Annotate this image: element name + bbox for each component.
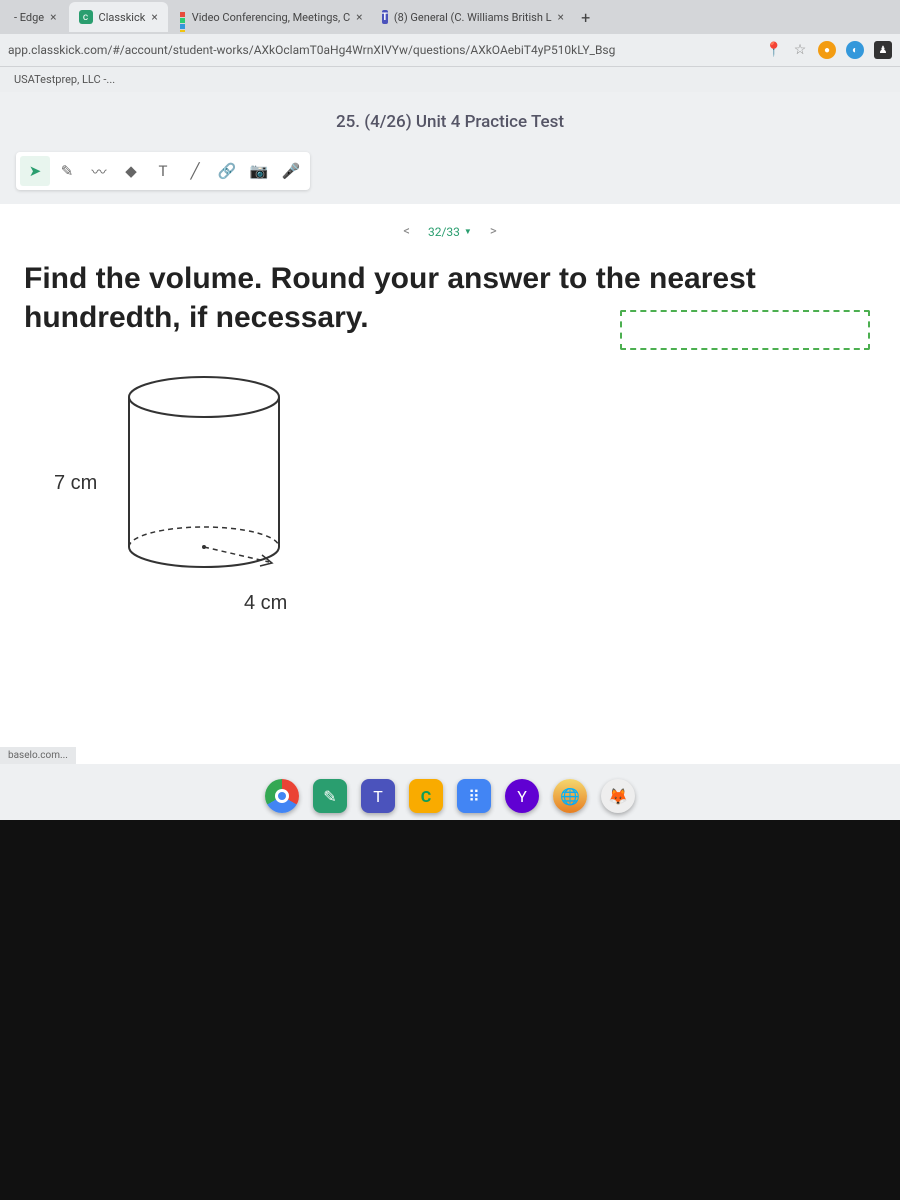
zoom-icon [180, 11, 186, 23]
close-icon[interactable]: × [356, 10, 362, 24]
bookmarks-bar: USATestprep, LLC -... [0, 66, 900, 92]
link-tool[interactable]: 🔗 [212, 156, 242, 186]
cylinder-figure: 7 cm 4 cm [64, 367, 324, 627]
chrome-icon[interactable] [265, 779, 299, 813]
toolbox: ➤ ✎ 〰 ◆ T ╱ 🔗 📷 🎤 [16, 152, 310, 190]
slide-pager: < 32/33 ▼ > [24, 222, 876, 241]
browser-tabs-bar: - Edge × c Classkick × Video Conferencin… [0, 0, 900, 34]
highlighter-tool[interactable]: 〰 [84, 156, 114, 186]
tab-label: Video Conferencing, Meetings, C [192, 11, 350, 24]
extension-icon-2[interactable]: ◐ [846, 41, 864, 59]
classkick-app: 25. (4/26) Unit 4 Practice Test ➤ ✎ 〰 ◆ … [0, 92, 900, 820]
prev-slide-button[interactable]: < [397, 222, 416, 241]
toolbar: ➤ ✎ 〰 ◆ T ╱ 🔗 📷 🎤 [0, 146, 900, 196]
line-tool[interactable]: ╱ [180, 156, 210, 186]
camera-tool[interactable]: 📷 [244, 156, 274, 186]
eraser-tool[interactable]: ◆ [116, 156, 146, 186]
height-label: 7 cm [54, 472, 97, 495]
tab-teams[interactable]: T (8) General (C. Williams British L × [372, 2, 572, 32]
teams-icon: T [382, 10, 388, 24]
radius-label: 4 cm [244, 592, 287, 615]
next-slide-button[interactable]: > [484, 222, 503, 241]
text-tool[interactable]: T [148, 156, 178, 186]
url-bar: app.classkick.com/#/account/student-work… [0, 34, 900, 66]
close-icon[interactable]: × [50, 10, 56, 24]
location-icon[interactable]: 📍 [766, 42, 782, 58]
classkick-app-icon[interactable]: ✎ [313, 779, 347, 813]
tab-label: - Edge [14, 11, 44, 24]
mic-tool[interactable]: 🎤 [276, 156, 306, 186]
taskbar: ✎ T C ⠿ Y 🌐 🦊 [0, 772, 900, 820]
question-canvas: < 32/33 ▼ > Find the volume. Round your … [0, 204, 900, 764]
assignment-title: 25. (4/26) Unit 4 Practice Test [0, 92, 900, 146]
classroom-icon[interactable]: C [409, 779, 443, 813]
new-tab-button[interactable]: + [574, 5, 598, 29]
teams-app-icon[interactable]: T [361, 779, 395, 813]
slide-counter[interactable]: 32/33 ▼ [428, 225, 472, 239]
app-icon[interactable]: 🦊 [601, 779, 635, 813]
answer-input-box[interactable] [620, 310, 870, 350]
browser-icon[interactable]: 🌐 [553, 779, 587, 813]
status-corner: baselo.com... [0, 747, 76, 764]
tab-classkick[interactable]: c Classkick × [69, 2, 168, 32]
extension-icon-3[interactable]: ♟ [874, 41, 892, 59]
chevron-down-icon: ▼ [464, 227, 472, 236]
apps-icon[interactable]: ⠿ [457, 779, 491, 813]
extension-icon-1[interactable]: ● [818, 41, 836, 59]
yahoo-icon[interactable]: Y [505, 779, 539, 813]
pointer-tool[interactable]: ➤ [20, 156, 50, 186]
close-icon[interactable]: × [151, 10, 157, 24]
url-text[interactable]: app.classkick.com/#/account/student-work… [8, 43, 758, 57]
bookmark-usatestprep[interactable]: USATestprep, LLC -... [8, 71, 121, 88]
tab-edge[interactable]: - Edge × [4, 2, 67, 32]
bookmark-label: USATestprep, LLC -... [14, 73, 115, 86]
tab-label: Classkick [99, 11, 146, 24]
tab-label: (8) General (C. Williams British L [394, 11, 552, 24]
pen-tool[interactable]: ✎ [52, 156, 82, 186]
star-icon[interactable]: ☆ [792, 42, 808, 58]
slide-count-text: 32/33 [428, 225, 460, 239]
tab-zoom[interactable]: Video Conferencing, Meetings, C × [170, 2, 370, 32]
close-icon[interactable]: × [558, 10, 564, 24]
classkick-icon: c [79, 10, 93, 24]
